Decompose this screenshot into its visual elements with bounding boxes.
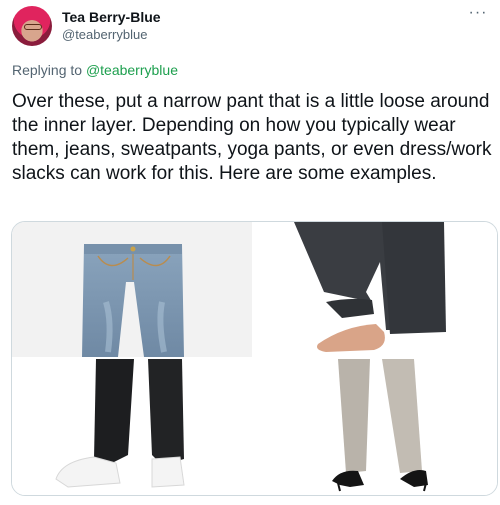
sweatpants-photo [55,359,185,488]
avatar-glasses [24,24,42,30]
avatar[interactable] [12,6,52,46]
tweet-text: Over these, put a narrow pant that is a … [12,91,492,184]
yoga-pants-photo [294,222,446,352]
author-handle[interactable]: @teaberryblue [62,27,147,42]
jeans-photo [82,244,184,357]
ellipsis-icon[interactable]: ··· [466,5,490,24]
replying-handle-link[interactable]: @teaberryblue [86,62,178,78]
media-grid [11,221,498,496]
media-image-slacks[interactable] [254,359,497,495]
author-name[interactable]: Tea Berry-Blue [62,9,161,25]
slacks-photo [332,359,428,492]
replying-to: Replying to @teaberryblue [12,62,178,78]
media-image-sweatpants[interactable] [12,359,252,495]
media-image-yoga-pants[interactable] [254,222,497,357]
replying-prefix: Replying to [12,62,83,78]
media-image-jeans[interactable] [12,222,252,357]
